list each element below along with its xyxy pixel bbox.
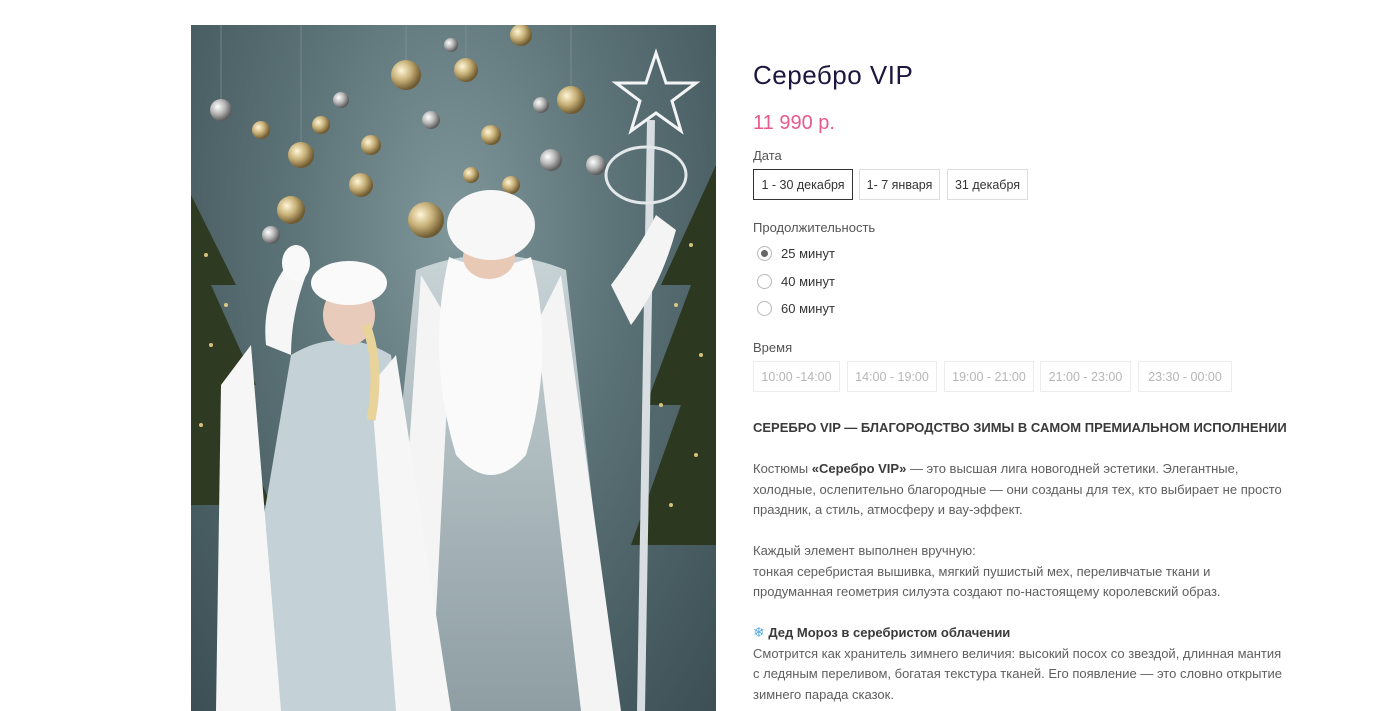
radio-icon[interactable]: [757, 301, 772, 316]
description-paragraph-3: ❄ Дед Мороз в серебристом облачении Смот…: [753, 622, 1283, 705]
p2-line2: тонкая серебристая вышивка, мягкий пушис…: [753, 563, 1221, 600]
duration-option-label: 40 минут: [781, 274, 835, 289]
date-option-2[interactable]: 1- 7 января: [859, 169, 940, 200]
description-paragraph-2: Каждый элемент выполнен вручную: тонкая …: [753, 541, 1283, 603]
description-heading: СЕРЕБРО VIP — БЛАГОРОДСТВО ЗИМЫ В САМОМ …: [753, 420, 1287, 435]
duration-option-label: 60 минут: [781, 301, 835, 316]
duration-option-25[interactable]: 25 минут: [757, 246, 835, 261]
date-option-1[interactable]: 1 - 30 декабря: [753, 169, 853, 200]
duration-label: Продолжительность: [753, 220, 876, 235]
time-option-4[interactable]: 21:00 - 23:00: [1040, 361, 1131, 392]
duration-option-60[interactable]: 60 минут: [757, 301, 835, 316]
time-label: Время: [753, 340, 793, 355]
p2-line1: Каждый элемент выполнен вручную:: [753, 543, 976, 558]
time-option-3[interactable]: 19:00 - 21:00: [944, 361, 1034, 392]
santa-snow-maiden-image: [191, 25, 716, 711]
product-photo[interactable]: [191, 25, 716, 711]
snowflake-icon: ❄: [753, 624, 765, 640]
description-paragraph-1: Костюмы «Серебро VIP» — это высшая лига …: [753, 459, 1283, 521]
duration-option-label: 25 минут: [781, 246, 835, 261]
p3-text: Смотрится как хранитель зимнего величия:…: [753, 645, 1282, 702]
product-title: Серебро VIP: [753, 60, 914, 90]
time-option-1[interactable]: 10:00 -14:00: [753, 361, 840, 392]
date-option-3[interactable]: 31 декабря: [947, 169, 1028, 200]
p1-prefix: Костюмы: [753, 461, 812, 476]
radio-checked-icon[interactable]: [757, 246, 772, 261]
product-price: 11 990 р.: [753, 112, 835, 134]
radio-icon[interactable]: [757, 274, 772, 289]
time-option-2[interactable]: 14:00 - 19:00: [847, 361, 937, 392]
p1-bold: «Серебро VIP»: [811, 461, 907, 476]
p3-heading: Дед Мороз в серебристом облачении: [768, 625, 1011, 640]
date-label: Дата: [753, 148, 782, 163]
duration-option-40[interactable]: 40 минут: [757, 274, 835, 289]
time-option-5[interactable]: 23:30 - 00:00: [1138, 361, 1232, 392]
